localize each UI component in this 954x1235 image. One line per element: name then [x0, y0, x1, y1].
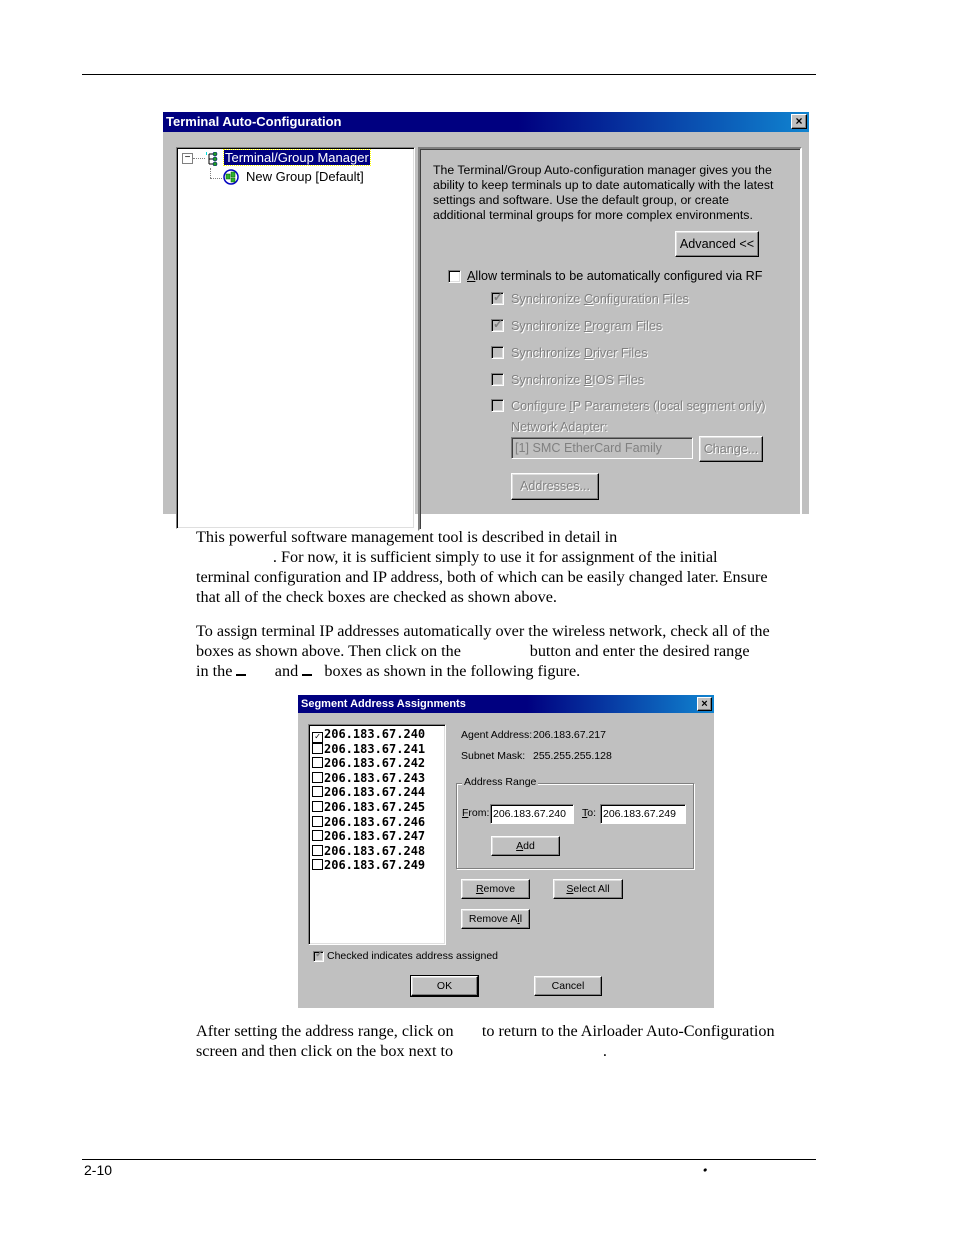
address-ip: 206.183.67.242: [324, 756, 426, 771]
agent-address-label: Agent Address:: [461, 729, 533, 741]
sync-bios-label: Synchronize BIOS Files: [511, 373, 645, 387]
address-ip: 206.183.67.246: [324, 814, 426, 829]
address-ip: 206.183.67.248: [324, 843, 426, 858]
to-address-input[interactable]: 206.183.67.249: [600, 804, 686, 824]
close-icon[interactable]: ×: [791, 114, 807, 129]
unchecked-checkbox[interactable]: [312, 771, 323, 783]
allow-rf-checkbox[interactable]: [448, 270, 461, 283]
address-list-item[interactable]: 206.183.67.243: [312, 771, 425, 786]
address-ip: 206.183.67.241: [324, 741, 426, 756]
window-title: Terminal Auto-Configuration: [166, 114, 342, 129]
collapse-icon[interactable]: −: [182, 153, 193, 164]
configure-ip-checkbox[interactable]: [491, 399, 504, 412]
address-ip: 206.183.67.243: [324, 770, 426, 785]
address-list-item[interactable]: 206.183.67.246: [312, 815, 425, 830]
address-list-item[interactable]: ✓ 206.183.67.240: [312, 727, 426, 743]
to-label: To:: [582, 807, 597, 819]
close-icon[interactable]: ×: [697, 697, 712, 711]
address-ip: 206.183.67.249: [324, 858, 426, 873]
unchecked-checkbox[interactable]: [312, 815, 323, 827]
subnet-mask-value: 255.255.255.128: [533, 750, 612, 762]
segment-address-assignments-window: Segment Address Assignments × ✓ 206.183.6…: [298, 695, 714, 1008]
address-range-title: Address Range: [462, 776, 539, 788]
legend-checkbox: ✓: [313, 949, 324, 962]
address-list-item[interactable]: 206.183.67.248: [312, 844, 425, 859]
subnet-mask-label: Subnet Mask:: [461, 750, 526, 762]
tree-connector: [193, 158, 205, 159]
advanced-button[interactable]: Advanced <<: [675, 231, 759, 257]
description-text: The Terminal/Group Auto-configuration ma…: [433, 163, 774, 222]
unchecked-checkbox[interactable]: [312, 859, 323, 871]
cancel-button[interactable]: Cancel: [534, 976, 602, 996]
remove-button[interactable]: Remove: [461, 879, 530, 899]
title-bar: Segment Address Assignments ×: [298, 695, 714, 713]
tree-connector: [210, 168, 211, 178]
address-list-item[interactable]: 206.183.67.244: [312, 785, 425, 800]
addresses-button[interactable]: Addresses...: [511, 473, 599, 500]
unchecked-checkbox[interactable]: [312, 830, 323, 842]
address-range-group: [456, 783, 694, 869]
change-button[interactable]: Change...: [699, 436, 763, 462]
remove-all-button[interactable]: Remove All: [461, 909, 530, 929]
unchecked-checkbox[interactable]: [312, 757, 323, 769]
group-manager-icon: [206, 152, 218, 166]
blank-underline: [236, 662, 247, 676]
address-list-item[interactable]: 206.183.67.242: [312, 756, 425, 771]
address-list-item[interactable]: 206.183.67.241: [312, 742, 425, 757]
unchecked-checkbox[interactable]: [312, 801, 323, 812]
configure-ip-label: Configure IP Parameters (local segment o…: [511, 399, 766, 413]
unchecked-checkbox[interactable]: [312, 742, 323, 754]
tree-item-terminal-group-manager[interactable]: Terminal/Group Manager: [223, 149, 371, 166]
address-list[interactable]: ✓ 206.183.67.240 206.183.67.241 206.183.67.…: [308, 724, 446, 945]
footer-bullet: •: [701, 1163, 709, 1177]
sync-program-checkbox[interactable]: ✓: [491, 317, 504, 332]
address-list-item[interactable]: 206.183.67.245: [312, 800, 425, 815]
page-number: 2-10: [84, 1162, 113, 1178]
paragraph-after-range: After setting the address range, click o…: [196, 1022, 775, 1060]
title-bar: Terminal Auto-Configuration ×: [163, 112, 809, 132]
blank-underline: [302, 662, 313, 676]
window-title: Segment Address Assignments: [301, 698, 466, 710]
address-ip: 206.183.67.240: [324, 727, 426, 741]
address-list-item[interactable]: 206.183.67.247: [312, 829, 425, 844]
sync-bios-checkbox[interactable]: [491, 373, 504, 386]
tree-connector: [210, 178, 222, 179]
tree-item-new-group[interactable]: New Group [Default]: [246, 169, 364, 185]
unchecked-checkbox[interactable]: [312, 786, 323, 798]
unchecked-checkbox[interactable]: [312, 844, 323, 856]
address-ip: 206.183.67.247: [324, 829, 426, 844]
agent-address-value: 206.183.67.217: [533, 729, 606, 741]
paragraph-tool-description: This powerful software management tool i…: [196, 528, 768, 606]
allow-rf-label: Allow terminals to be automatically conf…: [467, 269, 763, 283]
tree-view[interactable]: [176, 147, 415, 529]
terminal-auto-configuration-window: Terminal Auto-Configuration × − Terminal…: [163, 112, 809, 531]
sync-config-checkbox[interactable]: ✓: [491, 290, 504, 305]
network-adapter-field[interactable]: [1] SMC EtherCard Family: [511, 437, 693, 459]
sync-config-label: Synchronize Configuration Files: [511, 292, 689, 306]
from-label: From:: [462, 807, 490, 819]
footer-rule: [82, 1159, 816, 1160]
sync-driver-checkbox[interactable]: [491, 346, 504, 359]
address-list-item[interactable]: 206.183.67.249: [312, 858, 425, 873]
network-adapter-label: Network Adapter:: [511, 420, 608, 434]
header-rule: [82, 74, 816, 75]
address-ip: 206.183.67.245: [324, 800, 426, 814]
paragraph-ip-instructions: To assign terminal IP addresses automati…: [196, 622, 770, 680]
add-button[interactable]: Add: [491, 836, 560, 856]
address-ip: 206.183.67.244: [324, 785, 426, 800]
terminal-group-icon: [223, 169, 239, 185]
select-all-button[interactable]: Select All: [553, 879, 623, 899]
ok-button[interactable]: OK: [410, 975, 479, 997]
legend-checkbox-label: Checked indicates address assigned: [327, 950, 499, 962]
sync-program-label: Synchronize Program Files: [511, 319, 663, 333]
from-address-input[interactable]: 206.183.67.240: [490, 804, 574, 824]
sync-driver-label: Synchronize Driver Files: [511, 346, 648, 360]
